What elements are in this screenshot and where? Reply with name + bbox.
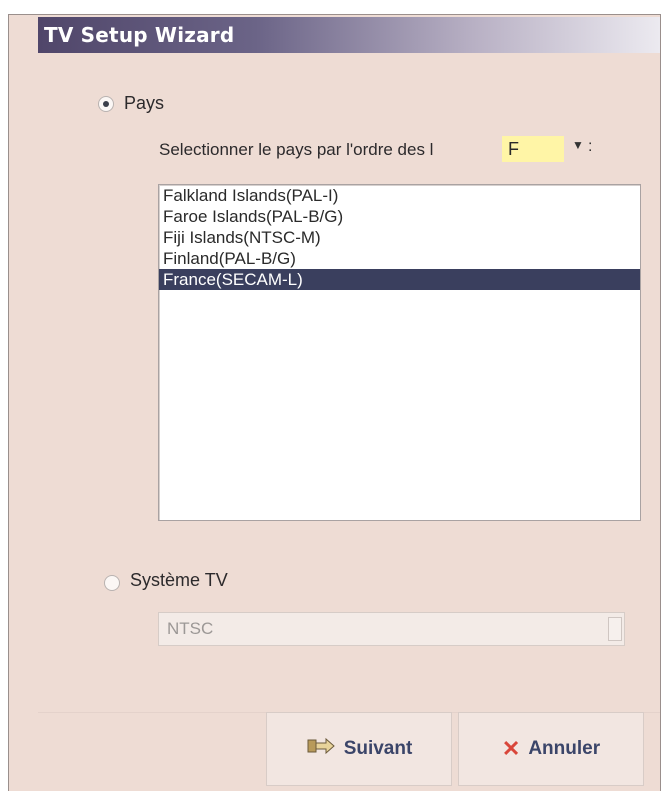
list-item-selected[interactable]: France(SECAM-L): [159, 269, 640, 290]
list-item[interactable]: Faroe Islands(PAL-B/G): [159, 206, 640, 227]
tv-system-select[interactable]: NTSC: [158, 612, 625, 646]
letter-filter-combo[interactable]: F ▼ :: [502, 136, 592, 162]
cancel-label: Annuler: [528, 738, 601, 759]
list-item[interactable]: Finland(PAL-B/G): [159, 248, 640, 269]
next-label: Suivant: [343, 738, 413, 759]
country-listbox[interactable]: Falkland Islands(PAL-I) Faroe Islands(PA…: [158, 184, 641, 521]
list-item[interactable]: Fiji Islands(NTSC-M): [159, 227, 640, 248]
colon-text: :: [588, 138, 593, 155]
close-icon: ✕: [501, 736, 521, 761]
dropdown-button-icon[interactable]: [608, 617, 622, 641]
pays-radio[interactable]: [98, 96, 114, 112]
tv-system-label[interactable]: Système TV: [130, 570, 228, 591]
window-title: TV Setup Wizard: [44, 23, 235, 47]
list-item[interactable]: Falkland Islands(PAL-I): [159, 185, 640, 206]
chevron-down-icon[interactable]: ▼: [572, 138, 584, 152]
cancel-button[interactable]: ✕ Annuler: [458, 712, 644, 786]
next-button[interactable]: Suivant: [266, 712, 452, 786]
tv-system-value: NTSC: [167, 619, 214, 638]
title-bar: TV Setup Wizard: [38, 17, 660, 53]
tv-system-radio[interactable]: [104, 575, 120, 591]
letter-filter-value: F: [502, 136, 564, 162]
next-arrow-icon: [306, 735, 336, 763]
country-order-prompt: Selectionner le pays par l'ordre des l: [159, 140, 434, 159]
radio-selected-dot: [103, 101, 109, 107]
pays-label[interactable]: Pays: [124, 93, 164, 114]
